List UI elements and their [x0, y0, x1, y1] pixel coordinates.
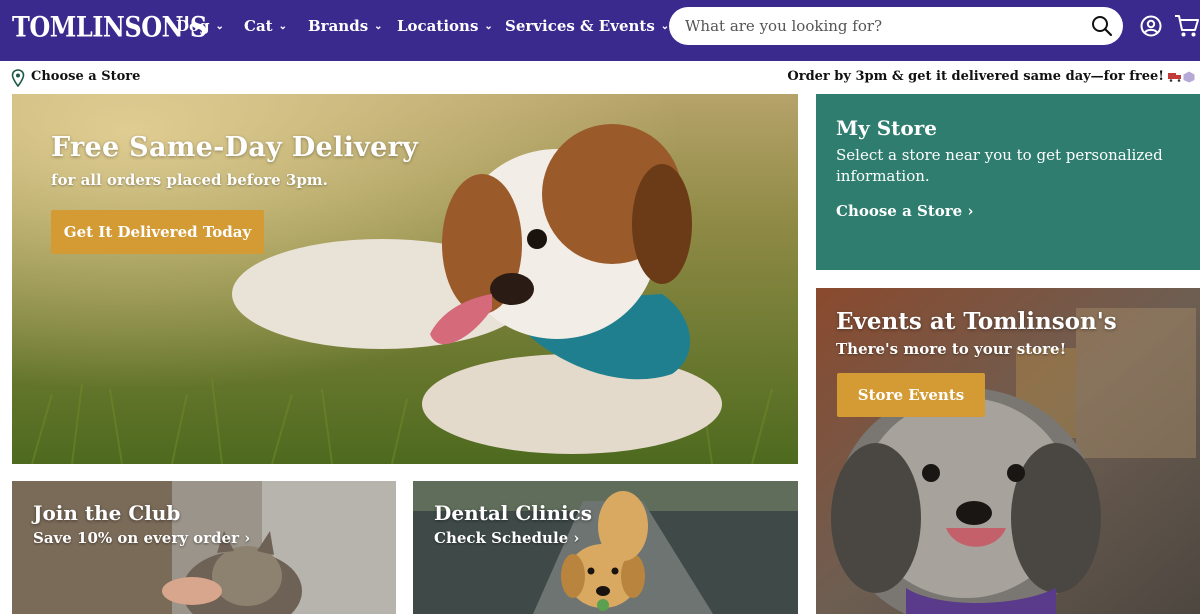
join-club-card[interactable]: Join the Club Save 10% on every order › — [12, 481, 396, 614]
search-bar — [669, 7, 1123, 45]
get-delivered-button[interactable]: Get It Delivered Today — [51, 210, 264, 254]
nav-label: Locations — [397, 17, 479, 35]
dental-title: Dental Clinics — [434, 501, 593, 525]
club-subtitle-link[interactable]: Save 10% on every order › — [33, 529, 250, 547]
delivery-truck-icon — [1168, 73, 1181, 82]
my-store-description: Select a store near you to get personali… — [836, 146, 1163, 185]
location-pin-icon — [11, 69, 25, 87]
store-events-button[interactable]: Store Events — [837, 373, 985, 417]
top-navigation-bar: TOMLINSON'S Dog ⌄ Cat ⌄ Brands ⌄ Locations ⌄… — [0, 0, 1200, 61]
events-title: Events at Tomlinson's — [836, 308, 1117, 335]
nav-label: Services & Events — [505, 17, 655, 35]
search-icon[interactable] — [1091, 15, 1113, 37]
hero-banner: Free Same-Day Delivery for all orders pl… — [12, 94, 798, 464]
chevron-down-icon: ⌄ — [484, 21, 493, 32]
chevron-down-icon: ⌄ — [374, 21, 383, 32]
dental-schedule-link[interactable]: Check Schedule › — [434, 529, 579, 547]
nav-item-dog[interactable]: Dog ⌄ — [176, 17, 224, 35]
club-title: Join the Club — [33, 501, 181, 525]
dental-clinics-card[interactable]: Dental Clinics Check Schedule › — [413, 481, 798, 614]
utility-bar: Choose a Store Order by 3pm & get it del… — [0, 61, 1200, 94]
nav-item-brands[interactable]: Brands ⌄ — [308, 17, 383, 35]
events-subtitle: There's more to your store! — [836, 340, 1067, 358]
events-dog-photo — [816, 288, 1200, 614]
chevron-down-icon: ⌄ — [278, 21, 287, 32]
events-card: Events at Tomlinson's There's more to yo… — [816, 288, 1200, 614]
hero-title: Free Same-Day Delivery — [51, 132, 419, 163]
search-input[interactable] — [685, 15, 1075, 37]
nav-item-services-events[interactable]: Services & Events ⌄ — [505, 17, 669, 35]
chevron-down-icon: ⌄ — [215, 21, 224, 32]
delivery-promo-text: Order by 3pm & get it delivered same day… — [787, 69, 1164, 84]
hero-subtitle: for all orders placed before 3pm. — [51, 171, 328, 189]
account-icon[interactable] — [1140, 15, 1162, 37]
my-store-card: My Store Select a store near you to get … — [816, 94, 1200, 270]
nav-label: Brands — [308, 17, 369, 35]
nav-item-locations[interactable]: Locations ⌄ — [397, 17, 493, 35]
cart-icon[interactable] — [1174, 14, 1200, 38]
package-icon — [1183, 71, 1195, 83]
nav-label: Dog — [176, 17, 210, 35]
my-store-choose-link[interactable]: Choose a Store › — [836, 202, 973, 220]
choose-store-link[interactable]: Choose a Store — [31, 69, 140, 84]
nav-label: Cat — [244, 17, 273, 35]
chevron-down-icon: ⌄ — [660, 21, 670, 32]
nav-item-cat[interactable]: Cat ⌄ — [244, 17, 287, 35]
my-store-title: My Store — [836, 116, 938, 140]
